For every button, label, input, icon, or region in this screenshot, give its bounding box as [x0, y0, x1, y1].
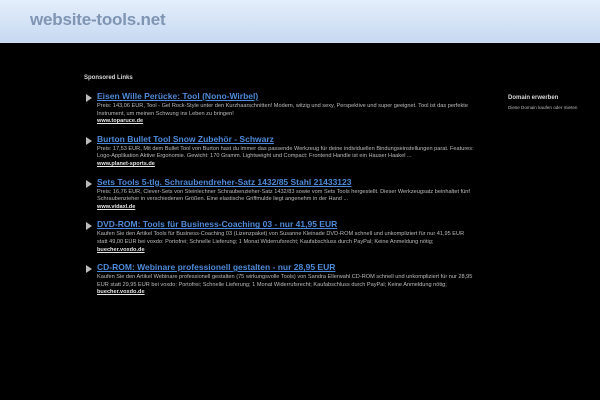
- ad-url-link[interactable]: www.toparuce.de: [97, 118, 474, 126]
- ad-description: Preis: 16,76 EUR, Clever-Sets von Steinl…: [97, 188, 470, 203]
- ad-url-link[interactable]: buecher.voxdo.de: [97, 289, 474, 297]
- header-bar: website-tools.net: [0, 0, 600, 43]
- arrow-right-icon: [86, 94, 92, 102]
- ad-title-link[interactable]: Eisen Wille Perücke: Tool (Nono-Wirbel): [97, 91, 474, 101]
- ad-item: CD-ROM: Webinare professionell gestalten…: [84, 262, 474, 297]
- ad-title-link[interactable]: CD-ROM: Webinare professionell gestalten…: [97, 262, 474, 272]
- domain-purchase-text: Diese Domain kaufen oder mieten: [508, 105, 578, 110]
- ad-item: Sets Tools 5-tlg. Schraubendreher-Satz 1…: [84, 177, 474, 212]
- ad-url-link[interactable]: www.planet-sports.de: [97, 161, 474, 169]
- arrow-right-icon: [86, 265, 92, 274]
- sponsored-links-label: Sponsored Links: [84, 75, 133, 81]
- ad-item: DVD-ROM: Tools für Business-Coaching 03 …: [84, 219, 474, 254]
- site-title-link[interactable]: website-tools.net: [30, 10, 166, 30]
- ad-description: Kaufen Sie den Artikel Webinare professi…: [97, 274, 473, 288]
- arrow-right-icon: [86, 179, 92, 188]
- ad-title-link[interactable]: Burton Bullet Tool Snow Zubehör - Schwar…: [97, 134, 474, 144]
- arrow-right-icon: [86, 222, 92, 231]
- ad-url-link[interactable]: www.vidaxl.de: [97, 204, 474, 212]
- ad-description: Preis: 17,53 EUR, Mit dem Bullet Tool vo…: [97, 145, 474, 160]
- ad-item: Burton Bullet Tool Snow Zubehör - Schwar…: [84, 134, 474, 169]
- ad-description: Preis: 143,06 EUR, Tool - Gel Rock-Style…: [97, 103, 468, 117]
- ad-list: Eisen Wille Perücke: Tool (Nono-Wirbel) …: [84, 91, 474, 305]
- ad-url-link[interactable]: buecher.voxdo.de: [97, 247, 474, 255]
- ad-title-link[interactable]: DVD-ROM: Tools für Business-Coaching 03 …: [97, 219, 474, 229]
- ad-item: Eisen Wille Perücke: Tool (Nono-Wirbel) …: [84, 91, 474, 126]
- domain-purchase-link[interactable]: Domain erwerben: [508, 95, 558, 101]
- ad-description: Kaufen Sie den Artikel Tools für Busines…: [97, 231, 465, 245]
- arrow-right-icon: [86, 136, 92, 145]
- ad-title-link[interactable]: Sets Tools 5-tlg. Schraubendreher-Satz 1…: [97, 177, 474, 187]
